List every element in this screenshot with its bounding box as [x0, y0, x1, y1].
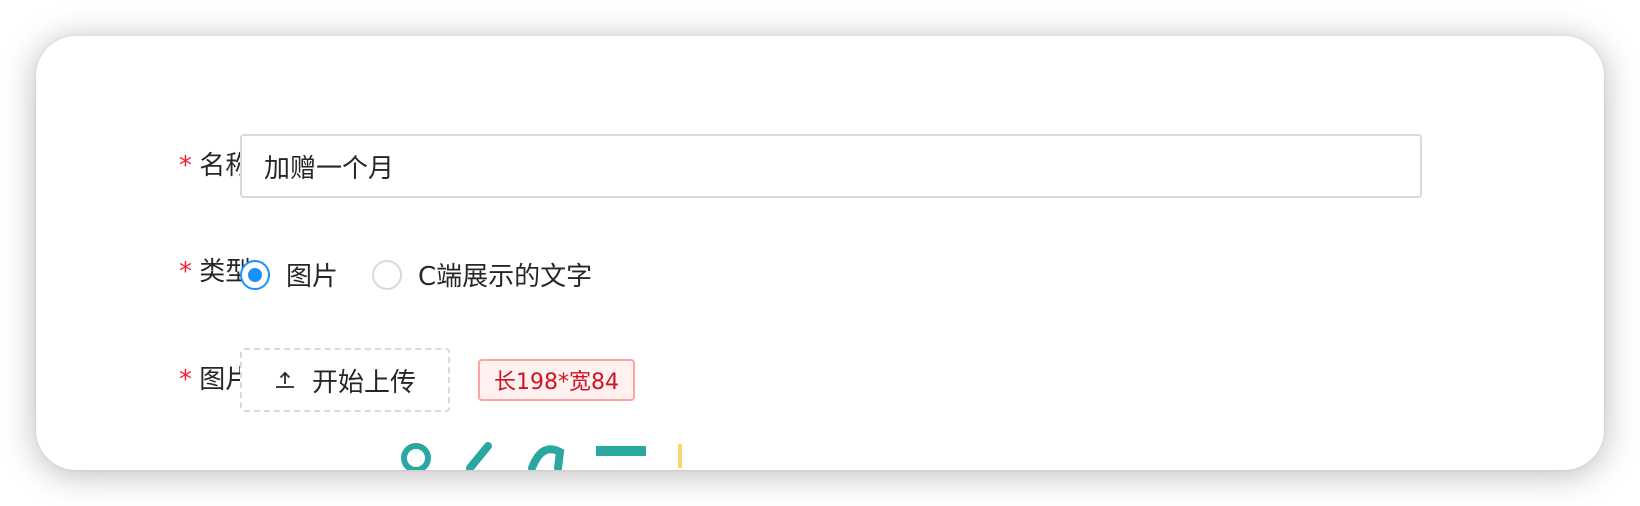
- upload-button[interactable]: 开始上传: [240, 348, 450, 412]
- radio-checked-icon[interactable]: [240, 259, 270, 290]
- image-label: * 图片:: [36, 364, 260, 396]
- radio-unchecked-icon[interactable]: [372, 259, 403, 290]
- name-row: * 名称: 加赠一个月: [36, 134, 1604, 198]
- radio-option-text[interactable]: C端展示的文字: [372, 256, 592, 293]
- type-row: * 类型: 图片 C端展示的文字: [36, 256, 1604, 292]
- required-mark: *: [177, 365, 194, 395]
- upload-icon: [275, 371, 294, 388]
- type-radio-group: 图片 C端展示的文字: [240, 256, 626, 293]
- required-mark: *: [177, 151, 194, 181]
- name-input-value: 加赠一个月: [264, 153, 395, 184]
- uploaded-image-preview: [401, 442, 682, 470]
- size-hint-tag: 长198*宽84: [478, 359, 635, 401]
- name-input[interactable]: 加赠一个月: [240, 134, 1422, 198]
- type-label: * 类型:: [36, 256, 260, 288]
- size-hint-text: 长198*宽84: [494, 370, 619, 395]
- image-row: * 图片: 开始上传 长198*宽84: [36, 348, 1604, 412]
- name-label: * 名称:: [36, 150, 260, 182]
- upload-button-label: 开始上传: [311, 367, 416, 398]
- radio-option-image[interactable]: 图片: [240, 256, 338, 293]
- radio-option-text-label: C端展示的文字: [418, 262, 593, 292]
- radio-option-image-label: 图片: [286, 262, 339, 292]
- form-panel: * 名称: 加赠一个月 * 类型: 图片 C端展示的文字 * 图片: 开始上传 …: [36, 36, 1604, 470]
- required-mark: *: [177, 257, 194, 287]
